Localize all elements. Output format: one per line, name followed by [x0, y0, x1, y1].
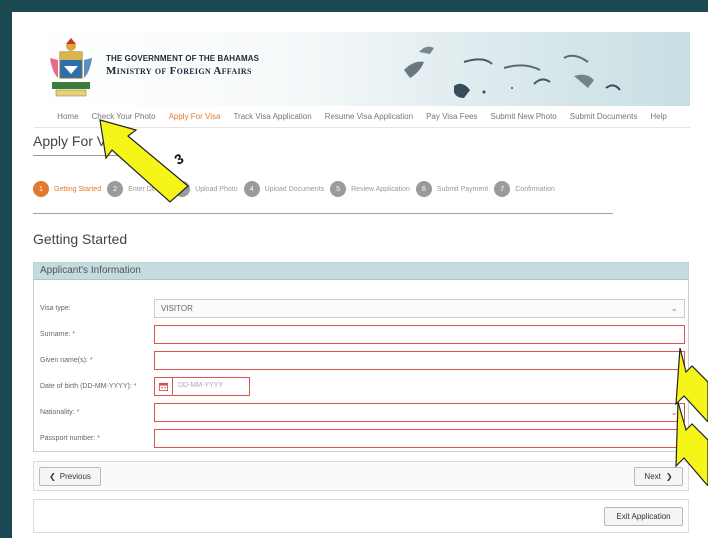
step-upload-documents: 4 Upload Documents — [243, 181, 325, 197]
nav-item-pay-visa-fees[interactable]: Pay Visa Fees — [426, 112, 477, 121]
step-number: 6 — [415, 181, 432, 197]
step-label: Submit Payment — [436, 185, 489, 193]
dob-placeholder: DD-MM-YYYY — [178, 382, 224, 389]
given-names-row: Given name(s): * — [34, 351, 688, 371]
exit-application-button[interactable]: Exit Application — [604, 507, 683, 526]
surname-row: Surname: * — [34, 325, 688, 345]
callout-arrow-icon — [675, 401, 708, 486]
given-names-label: Given name(s): * — [40, 357, 93, 364]
dob-input[interactable]: DD-MM-YYYY — [154, 377, 250, 396]
step-getting-started: 1 Getting Started — [33, 181, 101, 197]
wizard-nav-bar: ❮ Previous Next ❯ — [33, 461, 689, 491]
section-title: Getting Started — [33, 231, 128, 247]
dob-row: Date of birth (DD-MM-YYYY): * DD-MM-YYYY — [34, 377, 688, 397]
step-label: Review Application — [351, 185, 410, 193]
nationality-row: Nationality: * ⌄ — [34, 403, 688, 423]
nationality-label: Nationality: * — [40, 409, 80, 416]
chevron-left-icon: ❮ — [49, 472, 56, 481]
step-label: Getting Started — [54, 185, 102, 193]
coat-of-arms-icon — [50, 38, 92, 97]
step-review-application: 5 Review Application — [330, 181, 410, 197]
passport-label: Passport number: * — [40, 435, 100, 442]
surname-input[interactable] — [154, 325, 685, 344]
callout-arrow-icon — [99, 119, 189, 203]
visa-type-label: Visa type: — [40, 305, 71, 312]
step-number: 7 — [494, 181, 511, 197]
step-number: 5 — [330, 181, 347, 197]
site-banner: THE GOVERNMENT OF THE BAHAMAS Ministry o… — [34, 32, 690, 106]
nav-item-submit-documents[interactable]: Submit Documents — [570, 112, 638, 121]
step-number: 1 — [33, 181, 49, 197]
step-submit-payment: 6 Submit Payment — [415, 181, 489, 197]
nationality-select[interactable]: ⌄ — [154, 403, 685, 422]
ministry-name: Ministry of Foreign Affairs — [106, 65, 252, 77]
nav-item-track-visa-application[interactable]: Track Visa Application — [233, 112, 311, 121]
nav-item-help[interactable]: Help — [650, 112, 666, 121]
app-window: THE GOVERNMENT OF THE BAHAMAS Ministry o… — [12, 12, 708, 538]
previous-button[interactable]: ❮ Previous — [39, 467, 101, 486]
nav-item-home[interactable]: Home — [57, 112, 78, 121]
dob-label: Date of birth (DD-MM-YYYY): * — [40, 383, 137, 390]
passport-number-input[interactable] — [154, 429, 685, 448]
exit-bar: Exit Application — [33, 499, 689, 533]
step-confirmation: 7 Confirmation — [494, 181, 555, 197]
visa-type-select[interactable]: VISITOR ⌄ — [154, 299, 685, 318]
islands-map-graphic — [404, 46, 621, 98]
panel-heading: Applicant's Information — [34, 263, 688, 280]
nav-item-resume-visa-application[interactable]: Resume Visa Application — [325, 112, 413, 121]
visa-type-row: Visa type: VISITOR ⌄ — [34, 299, 688, 319]
step-label: Confirmation — [515, 185, 555, 193]
visa-type-value: VISITOR — [161, 304, 193, 313]
steps-divider — [33, 213, 613, 214]
step-label: Upload Documents — [264, 185, 325, 193]
chevron-down-icon: ⌄ — [670, 303, 678, 313]
surname-label: Surname: * — [40, 331, 76, 338]
passport-row: Passport number: * — [34, 429, 688, 449]
government-name: THE GOVERNMENT OF THE BAHAMAS — [106, 54, 260, 63]
calendar-icon[interactable] — [155, 378, 173, 395]
nav-item-submit-new-photo[interactable]: Submit New Photo — [491, 112, 557, 121]
step-number: 4 — [243, 181, 260, 197]
applicant-info-panel: Applicant's Information Visa type: VISIT… — [33, 262, 689, 452]
given-names-input[interactable] — [154, 351, 685, 370]
